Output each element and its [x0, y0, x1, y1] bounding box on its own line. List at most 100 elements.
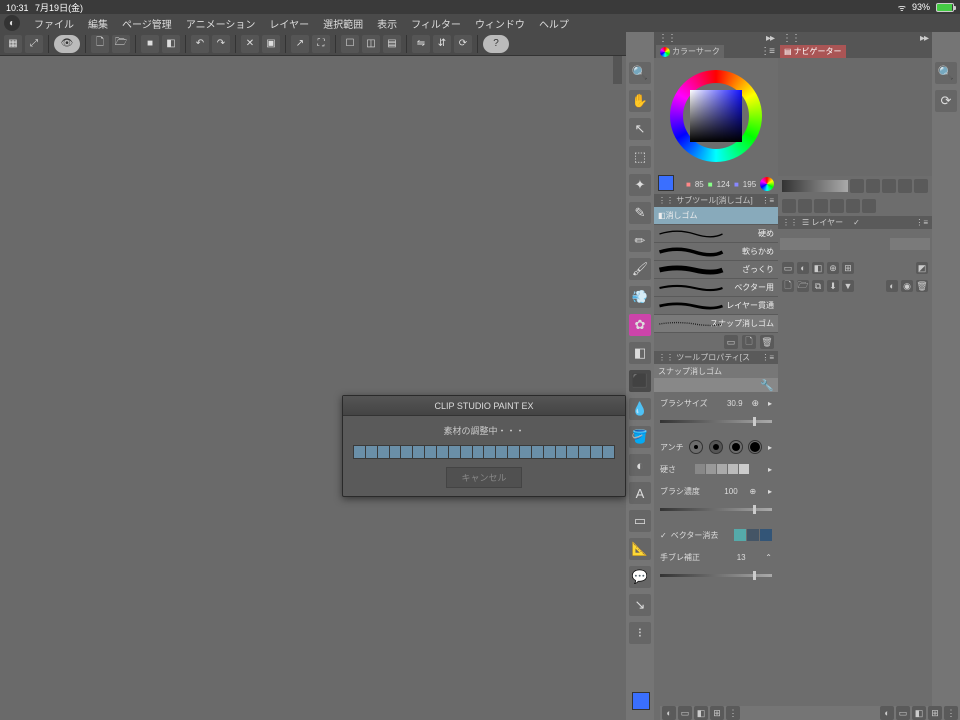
tool-gradient-icon[interactable]: ◐ [629, 454, 651, 476]
subtool-item-soft[interactable]: 軟らかめ [654, 243, 778, 261]
layer-mask-icon[interactable]: ◐ [886, 280, 898, 292]
menu-filter[interactable]: フィルター [405, 14, 467, 33]
tool-decoration-icon[interactable]: ✿ [629, 314, 651, 336]
brush-size-slider[interactable] [660, 420, 772, 423]
preset-b3[interactable] [814, 199, 828, 213]
layer-btn-3[interactable]: ◧ [812, 262, 824, 274]
subtool-add-icon[interactable]: 🗋 [742, 335, 756, 349]
flip-h-icon[interactable]: ⇋ [412, 35, 430, 53]
subtool-group-selected[interactable]: ◧ 消しゴム [654, 207, 778, 225]
collapse-icon[interactable]: ▸▸ [918, 33, 930, 44]
subtool-item-layer-through[interactable]: レイヤー貫通 [654, 297, 778, 315]
aa-opt-4[interactable] [748, 440, 762, 454]
menu-layer[interactable]: レイヤー [263, 14, 315, 33]
drag-handle-icon[interactable]: ⋮⋮ [656, 33, 678, 44]
preset-icon-1[interactable] [850, 179, 864, 193]
color-wheel[interactable] [670, 70, 762, 162]
layer-btn-4[interactable]: ⊕ [827, 262, 839, 274]
drag-handle-icon[interactable]: ⋮⋮ [780, 33, 802, 44]
layer-btn-1[interactable]: ▭ [782, 262, 794, 274]
menu-edit[interactable]: 編集 [82, 14, 114, 33]
menu-window[interactable]: ウィンドウ [469, 14, 531, 33]
aa-opt-1[interactable] [689, 440, 703, 454]
vec-mode-2[interactable] [747, 529, 759, 541]
bottom-btn-4[interactable]: ⊞ [710, 706, 724, 720]
preset-b1[interactable] [782, 199, 796, 213]
far-zoom-icon[interactable]: 🔍 [935, 62, 957, 84]
layer-apply-icon[interactable]: ◉ [901, 280, 913, 292]
tool-select-icon[interactable]: ⬚ [629, 146, 651, 168]
clip-icon[interactable]: ⤢ [25, 35, 43, 53]
preset-b2[interactable] [798, 199, 812, 213]
layer-merge-icon[interactable]: ⬇ [827, 280, 839, 292]
subtool-menu-icon[interactable]: ▭ [724, 335, 738, 349]
cancel-button[interactable]: キャンセル [446, 467, 521, 488]
menu-page[interactable]: ページ管理 [116, 14, 178, 33]
eye-toggle-icon[interactable]: 👁 [54, 35, 80, 53]
fill-icon[interactable]: ▣ [262, 35, 280, 53]
panel-menu-icon[interactable]: ⋮≡ [761, 353, 774, 362]
sel3-icon[interactable]: ▤ [383, 35, 401, 53]
bottom-btn-1[interactable]: ◐ [662, 706, 676, 720]
tool-line-icon[interactable]: ↘ [629, 594, 651, 616]
tool-pencil-icon[interactable]: ✏ [629, 230, 651, 252]
tool-brush-icon[interactable]: 🖌 [629, 258, 651, 280]
bottom-btn-3[interactable]: ◧ [694, 706, 708, 720]
subtool-item-hard[interactable]: 硬め [654, 225, 778, 243]
tool-fill-icon[interactable]: 🪣 [629, 426, 651, 448]
navigator-preview[interactable] [778, 58, 932, 176]
tool-operation-icon[interactable]: ↖ [629, 118, 651, 140]
panel-menu-icon[interactable]: ⋮≡ [758, 46, 776, 57]
rgb-wheel-icon[interactable] [760, 177, 774, 191]
preset-icon-5[interactable] [914, 179, 928, 193]
far-rotate-icon[interactable]: ⟳ [935, 90, 957, 112]
aa-opt-2[interactable] [709, 440, 723, 454]
sel2-icon[interactable]: ◫ [362, 35, 380, 53]
layer-btn-2[interactable]: ◐ [797, 262, 809, 274]
save-as-icon[interactable]: ◧ [162, 35, 180, 53]
preset-b4[interactable] [830, 199, 844, 213]
menu-animation[interactable]: アニメーション [180, 14, 262, 33]
grid-icon[interactable]: ▦ [4, 35, 22, 53]
brush-size-gradient[interactable] [782, 180, 848, 192]
canvas-area[interactable] [0, 56, 626, 720]
bottom-btn-5[interactable]: ⋮ [726, 706, 740, 720]
preset-icon-4[interactable] [898, 179, 912, 193]
open-icon[interactable]: 🗁 [112, 35, 130, 53]
menu-file[interactable]: ファイル [28, 14, 80, 33]
collapse-icon[interactable]: ▸▸ [764, 33, 776, 44]
layer-folder-icon[interactable]: 🗁 [797, 280, 809, 292]
tab-color-circle[interactable]: カラーサーク [656, 45, 724, 58]
sel1-icon[interactable]: ☐ [341, 35, 359, 53]
layer-dup-icon[interactable]: ⧉ [812, 280, 824, 292]
foreground-swatch[interactable] [658, 175, 674, 191]
subtool-item-snap[interactable]: スナップ消しゴム [654, 315, 778, 333]
tool-figure-icon[interactable]: ▭ [629, 510, 651, 532]
tool-pen-icon[interactable]: ✎ [629, 202, 651, 224]
undo-icon[interactable]: ↶ [191, 35, 209, 53]
tool-eraser-icon[interactable]: ⬛ [629, 370, 651, 392]
panel-menu-icon[interactable]: ⋮≡ [915, 218, 928, 227]
bottom-btn-10[interactable]: ⋮ [944, 706, 958, 720]
bottom-btn-8[interactable]: ◧ [912, 706, 926, 720]
density-slider[interactable] [660, 508, 772, 511]
menu-view[interactable]: 表示 [371, 14, 403, 33]
bottom-btn-7[interactable]: ▭ [896, 706, 910, 720]
menu-help[interactable]: ヘルプ [533, 14, 575, 33]
aa-opt-3[interactable] [729, 440, 743, 454]
subtool-delete-icon[interactable]: 🗑 [760, 335, 774, 349]
color-square[interactable] [690, 90, 742, 142]
layer-btn-5[interactable]: ⊞ [842, 262, 854, 274]
tool-blend-icon[interactable]: 💧 [629, 398, 651, 420]
stabilize-slider[interactable] [660, 574, 772, 577]
new-icon[interactable]: 🗋 [91, 35, 109, 53]
menu-selection[interactable]: 選択範囲 [317, 14, 369, 33]
tool-airbrush-icon[interactable]: 💨 [629, 286, 651, 308]
app-logo-icon[interactable]: ◐ [4, 15, 20, 31]
bottom-btn-9[interactable]: ⊞ [928, 706, 942, 720]
redo-icon[interactable]: ↷ [212, 35, 230, 53]
opacity-input[interactable] [890, 238, 930, 250]
vec-mode-1[interactable] [734, 529, 746, 541]
drag-handle-icon[interactable]: ⋮⋮ [658, 196, 674, 205]
tool-zoom-icon[interactable]: 🔍 [629, 62, 651, 84]
